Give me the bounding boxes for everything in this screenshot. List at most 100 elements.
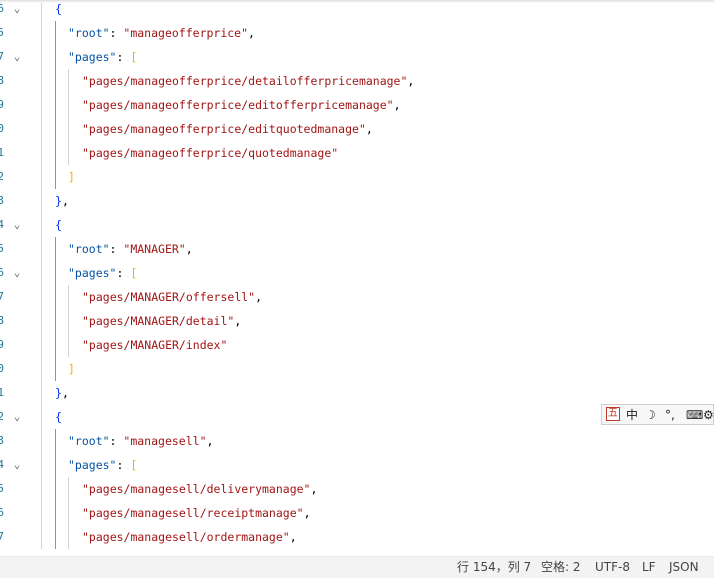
scroll-shadow bbox=[0, 0, 714, 3]
code-line[interactable]: 8 "pages/MANAGER/detail", bbox=[0, 309, 714, 333]
code-token: "MANAGER" bbox=[123, 242, 186, 256]
indent-guide bbox=[55, 141, 56, 165]
code-token: [ bbox=[130, 266, 138, 280]
code-line[interactable]: 3 "root": "managesell", bbox=[0, 429, 714, 453]
fold-chevron-icon[interactable]: ⌄ bbox=[11, 267, 23, 279]
code-token: } bbox=[55, 386, 62, 400]
line-number: 7 bbox=[0, 530, 4, 543]
ime-punctuation-icon[interactable]: °, bbox=[665, 407, 675, 423]
ime-tools-icon[interactable]: ⚙ bbox=[703, 407, 714, 423]
code-line[interactable]: 7 ⌄ "pages": [ bbox=[0, 45, 714, 69]
end-of-line-setting[interactable]: LF bbox=[642, 557, 656, 578]
code-line[interactable]: 9 "pages/MANAGER/index" bbox=[0, 333, 714, 357]
code-token: "pages/managesell/receiptmanage" bbox=[82, 506, 304, 520]
ime-halfwidth-moon-icon[interactable]: ☽ bbox=[645, 407, 656, 423]
code-token: { bbox=[55, 2, 62, 16]
ime-keyboard-icon[interactable]: ⌨ bbox=[686, 407, 703, 423]
code-line[interactable]: 0] bbox=[0, 357, 714, 381]
code-line[interactable]: 7 "pages/managesell/ordermanage", bbox=[0, 525, 714, 549]
cursor-position[interactable]: 行 154，列 7 bbox=[457, 557, 531, 578]
code-text: "pages": [ bbox=[68, 45, 137, 69]
fold-chevron-icon[interactable]: ⌄ bbox=[11, 51, 23, 63]
indent-guide bbox=[55, 237, 56, 261]
code-line[interactable]: 5 "root": "manageofferprice", bbox=[0, 21, 714, 45]
indent-guide bbox=[68, 141, 69, 165]
code-line[interactable]: 1}, bbox=[0, 381, 714, 405]
indent-guide bbox=[68, 117, 69, 141]
code-line[interactable]: 6 "pages/managesell/receiptmanage", bbox=[0, 501, 714, 525]
indent-guide bbox=[41, 45, 42, 69]
code-token: "pages" bbox=[68, 458, 117, 472]
line-number: 6 bbox=[0, 266, 4, 279]
indent-guide bbox=[41, 525, 42, 549]
code-text: "pages/managesell/deliverymanage", bbox=[82, 477, 317, 501]
code-text: "root": "MANAGER", bbox=[68, 237, 193, 261]
code-token: , bbox=[303, 506, 311, 520]
indent-guide bbox=[55, 117, 56, 141]
code-text: "pages": [ bbox=[68, 261, 137, 285]
line-number: 3 bbox=[0, 194, 4, 207]
code-line[interactable]: 3}, bbox=[0, 189, 714, 213]
line-number: 5 bbox=[0, 242, 4, 255]
code-token: , bbox=[234, 314, 242, 328]
code-token: ] bbox=[68, 362, 75, 376]
code-token: [ bbox=[130, 50, 138, 64]
indent-guide bbox=[68, 309, 69, 333]
indent-guide bbox=[55, 93, 56, 117]
fold-chevron-icon[interactable]: ⌄ bbox=[11, 219, 23, 231]
encoding-setting[interactable]: UTF-8 bbox=[595, 557, 630, 578]
indent-guide bbox=[41, 429, 42, 453]
code-line[interactable]: 4 ⌄ { bbox=[0, 213, 714, 237]
line-number: 8 bbox=[0, 74, 4, 87]
indent-guide bbox=[41, 0, 42, 21]
indent-guide bbox=[55, 21, 56, 45]
code-editor[interactable]: 6 ⌄ {5 "root": "manageofferprice", 7 ⌄ "pages"… bbox=[0, 0, 714, 556]
code-line[interactable]: 6 ⌄ { bbox=[0, 0, 714, 21]
line-number: 1 bbox=[0, 146, 4, 159]
code-text: "pages/managesell/ordermanage", bbox=[82, 525, 297, 549]
code-line[interactable]: 4 ⌄ "pages": [ bbox=[0, 453, 714, 477]
code-line[interactable]: 6 ⌄ "pages": [ bbox=[0, 261, 714, 285]
code-token: "pages/MANAGER/index" bbox=[82, 338, 228, 352]
indent-guide bbox=[55, 45, 56, 69]
indent-guide bbox=[41, 261, 42, 285]
code-token: "managesell" bbox=[123, 434, 207, 448]
code-text: ] bbox=[68, 357, 75, 381]
code-line[interactable]: 2] bbox=[0, 165, 714, 189]
code-line[interactable]: 5 "root": "MANAGER", bbox=[0, 237, 714, 261]
code-line[interactable]: 8 "pages/manageofferprice/detailofferpric… bbox=[0, 69, 714, 93]
code-token: "pages/MANAGER/offersell" bbox=[82, 290, 256, 304]
code-token: , bbox=[255, 290, 263, 304]
line-number: 8 bbox=[0, 314, 4, 327]
code-token: : bbox=[116, 50, 131, 64]
ime-toolbar[interactable]: 五 中 ☽ °, ⌨ ⚙ bbox=[601, 404, 714, 425]
code-line[interactable]: 0 "pages/manageofferprice/editquotedmanag… bbox=[0, 117, 714, 141]
ime-chinese-mode-button[interactable]: 中 bbox=[626, 407, 638, 423]
code-text: { bbox=[55, 405, 62, 429]
code-line[interactable]: 5 "pages/managesell/deliverymanage", bbox=[0, 477, 714, 501]
code-token: [ bbox=[130, 458, 138, 472]
code-line[interactable]: 9 "pages/manageofferprice/editofferpricem… bbox=[0, 93, 714, 117]
language-mode[interactable]: JSON bbox=[669, 557, 699, 578]
code-token: { bbox=[55, 218, 62, 232]
ime-logo-icon[interactable]: 五 bbox=[606, 407, 620, 421]
indent-guide bbox=[68, 525, 69, 549]
code-token: "pages" bbox=[68, 50, 117, 64]
code-text: { bbox=[55, 213, 62, 237]
fold-chevron-icon[interactable]: ⌄ bbox=[11, 411, 23, 423]
indent-guide bbox=[55, 285, 56, 309]
line-number: 0 bbox=[0, 362, 4, 375]
code-text: "pages/managesell/receiptmanage", bbox=[82, 501, 311, 525]
code-text: "root": "managesell", bbox=[68, 429, 213, 453]
code-line[interactable]: 1 "pages/manageofferprice/quotedmanage" bbox=[0, 141, 714, 165]
code-line[interactable]: 7 "pages/MANAGER/offersell", bbox=[0, 285, 714, 309]
code-text: "pages/MANAGER/offersell", bbox=[82, 285, 262, 309]
code-token: { bbox=[55, 410, 62, 424]
line-number: 5 bbox=[0, 26, 4, 39]
fold-chevron-icon[interactable]: ⌄ bbox=[11, 3, 23, 15]
code-token: } bbox=[55, 194, 62, 208]
fold-chevron-icon[interactable]: ⌄ bbox=[11, 459, 23, 471]
line-number: 2 bbox=[0, 410, 4, 423]
indentation-setting[interactable]: 空格: 2 bbox=[541, 557, 581, 578]
indent-guide bbox=[55, 477, 56, 501]
